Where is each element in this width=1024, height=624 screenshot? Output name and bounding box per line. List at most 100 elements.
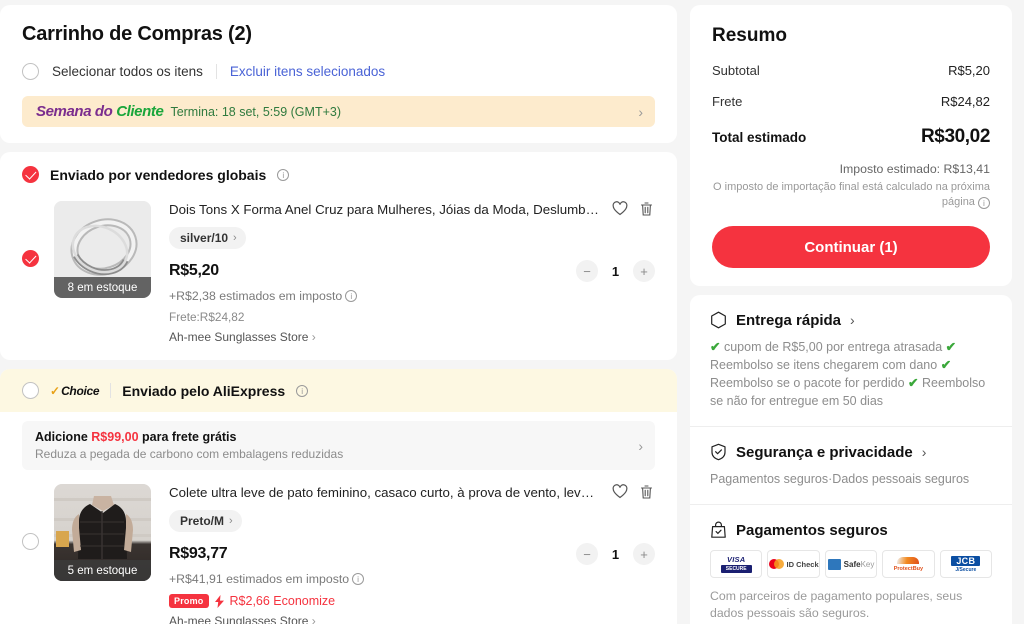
quantity-decrease-button[interactable]: − xyxy=(576,543,598,565)
jcb-jsecure-logo: JCB J/Secure xyxy=(939,550,993,578)
chevron-right-icon: › xyxy=(233,232,237,244)
security-header[interactable]: Segurança e privacidade › xyxy=(710,443,992,461)
product-row: 8 em estoque Dois Tons X Forma Anel Cruz… xyxy=(0,187,677,360)
product-checkbox[interactable] xyxy=(22,533,39,550)
summary-label: Subtotal xyxy=(712,63,760,78)
lock-bag-icon xyxy=(711,521,726,538)
summary-row-shipping: Frete R$24,82 xyxy=(712,94,990,109)
cart-sidebar: Resumo Subtotal R$5,20 Frete R$24,82 Tot… xyxy=(690,5,1012,624)
choice-label: Choice xyxy=(61,383,100,398)
stock-badge: 8 em estoque xyxy=(54,277,151,298)
mastercard-id-check-logo: ID Check xyxy=(767,550,820,578)
promo-pre: Adicione xyxy=(35,430,92,444)
quantity-increase-button[interactable]: + xyxy=(633,543,655,565)
summary-title: Resumo xyxy=(712,25,787,46)
store-link[interactable]: Ah-mee Sunglasses Store › xyxy=(169,614,655,624)
heart-icon[interactable] xyxy=(612,201,628,218)
product-info: Dois Tons X Forma Anel Cruz para Mulhere… xyxy=(169,201,655,344)
promo-badge: Promo xyxy=(169,594,209,608)
product-image-ring[interactable]: 8 em estoque xyxy=(54,201,151,298)
product-image-vest[interactable]: 5 em estoque xyxy=(54,484,151,581)
cart-main-column: Carrinho de Compras (2) Selecionar todos… xyxy=(0,5,677,624)
promo-banner[interactable]: Semana do Cliente Termina: 18 set, 5:59 … xyxy=(22,96,655,127)
tax-text: +R$41,91 estimados em imposto xyxy=(169,572,350,586)
fast-delivery-block: Entrega rápida › ✔ cupom de R$5,00 por e… xyxy=(690,295,1012,426)
discount-tag-icon xyxy=(214,594,224,608)
variant-label: silver/10 xyxy=(180,231,229,245)
product-price: R$5,20 xyxy=(169,262,219,279)
fast-delivery-title: Entrega rápida xyxy=(736,311,842,329)
group-title: Enviado por vendedores globais xyxy=(50,166,267,183)
summary-value: R$24,82 xyxy=(940,94,990,109)
visa-secure-text: SECURE xyxy=(720,565,752,573)
product-checkbox[interactable] xyxy=(22,250,39,267)
product-variant-chip[interactable]: Preto/M › xyxy=(169,510,242,532)
jcb-text: JCB xyxy=(951,555,981,566)
heart-icon[interactable] xyxy=(612,484,628,501)
summary-label: Frete xyxy=(712,94,743,109)
quantity-increase-button[interactable]: + xyxy=(633,260,655,282)
tax-note-text: O imposto de importação final está calcu… xyxy=(713,181,990,208)
tax-text: +R$2,38 estimados em imposto xyxy=(169,289,343,303)
shield-check-icon xyxy=(711,443,726,461)
product-variant-chip[interactable]: silver/10 › xyxy=(169,227,246,249)
cart-header-card: Carrinho de Compras (2) Selecionar todos… xyxy=(0,5,677,143)
fast-delivery-text: ✔ cupom de R$5,00 por entrega atrasada ✔… xyxy=(710,338,992,410)
info-icon[interactable]: i xyxy=(296,384,309,397)
product-tax-line: +R$41,91 estimados em imposto i xyxy=(169,572,655,586)
stock-badge: 5 em estoque xyxy=(54,560,151,581)
free-shipping-headline: Adicione R$99,00 para frete grátis xyxy=(35,430,343,444)
package-icon xyxy=(711,311,726,329)
check-icon: ✓ xyxy=(50,383,61,398)
check-icon: ✔ xyxy=(945,340,957,354)
chevron-right-icon: › xyxy=(638,437,643,454)
store-link[interactable]: Ah-mee Sunglasses Store › xyxy=(169,330,655,344)
quantity-stepper: − 1 + xyxy=(576,260,655,282)
select-all-label: Selecionar todos os itens xyxy=(52,64,203,79)
amex-icon xyxy=(827,558,841,570)
jsecure-text: J/Secure xyxy=(955,566,977,573)
product-title-row: Colete ultra leve de pato feminino, casa… xyxy=(169,484,655,501)
group-checkbox[interactable] xyxy=(22,166,39,183)
summary-value: R$5,20 xyxy=(948,63,990,78)
product-title[interactable]: Colete ultra leve de pato feminino, casa… xyxy=(169,484,601,501)
payments-note: Com parceiros de pagamento populares, se… xyxy=(710,589,963,620)
delivery-benefit-1: cupom de R$5,00 por entrega atrasada xyxy=(723,340,943,354)
product-title[interactable]: Dois Tons X Forma Anel Cruz para Mulhere… xyxy=(169,201,601,218)
delete-selected-link[interactable]: Excluir itens selecionados xyxy=(230,64,385,79)
chevron-right-icon: › xyxy=(638,103,643,120)
continue-button[interactable]: Continuar (1) xyxy=(712,226,990,268)
info-icon[interactable]: i xyxy=(345,290,358,302)
delivery-benefit-3: Reembolso se o pacote for perdido xyxy=(710,376,905,390)
promo-brand-part2: Cliente xyxy=(116,103,164,120)
info-icon[interactable]: i xyxy=(978,197,990,209)
group-title: Enviado pelo AliExpress xyxy=(122,382,286,399)
divider xyxy=(110,383,112,398)
tax-estimate: Imposto estimado: R$13,41 xyxy=(839,162,990,176)
free-shipping-promo[interactable]: Adicione R$99,00 para frete grátis Reduz… xyxy=(22,421,655,470)
fast-delivery-header[interactable]: Entrega rápida › xyxy=(710,311,992,329)
chevron-right-icon: › xyxy=(311,614,316,624)
select-all-checkbox[interactable] xyxy=(22,63,39,80)
security-text: Pagamentos seguros·Dados pessoais seguro… xyxy=(710,472,970,486)
chevron-right-icon: › xyxy=(311,330,316,344)
trash-icon[interactable] xyxy=(639,201,655,218)
chevron-right-icon: › xyxy=(921,444,927,460)
product-tax-line: +R$2,38 estimados em imposto i xyxy=(169,289,655,303)
trash-icon[interactable] xyxy=(639,484,655,501)
quantity-decrease-button[interactable]: − xyxy=(576,260,598,282)
promo-save-text: R$2,66 Economize xyxy=(229,594,336,608)
info-icon[interactable]: i xyxy=(277,168,290,181)
product-row: 5 em estoque Colete ultra leve de pato f… xyxy=(0,470,677,624)
info-icon[interactable]: i xyxy=(352,573,365,585)
quantity-value: 1 xyxy=(611,546,620,562)
total-value: R$30,02 xyxy=(920,126,990,147)
chevron-right-icon: › xyxy=(229,515,233,527)
group-checkbox[interactable] xyxy=(22,382,39,399)
group-header: Enviado por vendedores globais i xyxy=(0,152,677,187)
product-promo-line: Promo R$2,66 Economize xyxy=(169,594,655,608)
promo-post: para frete grátis xyxy=(138,430,237,444)
cart-page: Carrinho de Compras (2) Selecionar todos… xyxy=(0,0,1024,624)
select-all-row: Selecionar todos os itens Excluir itens … xyxy=(22,63,655,80)
payments-header: Pagamentos seguros xyxy=(710,521,992,539)
